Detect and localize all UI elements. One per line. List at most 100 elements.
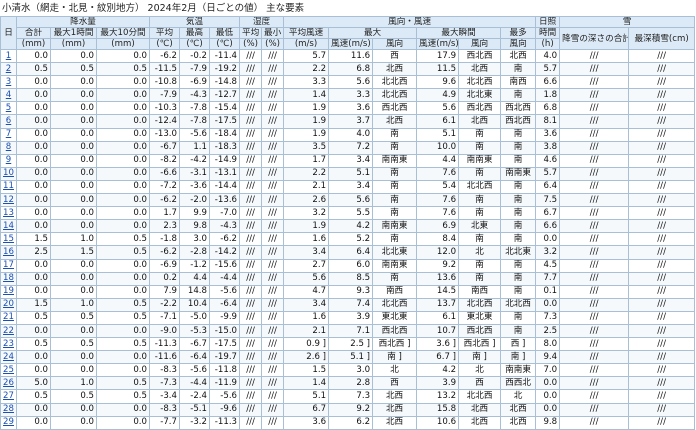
table-cell: /// [239, 101, 263, 116]
day-link[interactable]: 21 [3, 312, 14, 322]
table-cell: 南 [500, 153, 537, 168]
day-link[interactable]: 7 [6, 129, 11, 139]
table-cell: 0.5 [50, 389, 97, 404]
day-link[interactable]: 16 [3, 247, 14, 257]
table-cell: 5.2 [328, 232, 374, 247]
day-link[interactable]: 20 [3, 299, 14, 309]
day-link[interactable]: 14 [3, 221, 14, 231]
day-link[interactable]: 28 [3, 404, 14, 414]
table-cell: /// [239, 48, 263, 64]
table-cell: /// [559, 153, 630, 168]
table-cell: 0.0 [96, 140, 150, 155]
day-link[interactable]: 3 [6, 77, 11, 87]
day-link[interactable]: 12 [3, 195, 14, 205]
day-link[interactable]: 22 [3, 326, 14, 336]
table-cell: /// [628, 389, 696, 404]
table-cell: 0.0 [96, 363, 150, 378]
table-cell: 6.2 [328, 415, 374, 430]
table-cell: 0.0 [96, 206, 150, 221]
unit-celsius: (℃) [208, 38, 241, 50]
table-cell: 0.0 [16, 206, 51, 221]
table-cell: 9.8 [535, 415, 561, 430]
table-cell: /// [261, 193, 285, 208]
table-cell: 0.0 [50, 219, 97, 234]
day-link[interactable]: 1 [6, 51, 11, 61]
day-link[interactable]: 25 [3, 365, 14, 375]
day-link[interactable]: 6 [6, 116, 11, 126]
day-link[interactable]: 2 [6, 64, 11, 74]
table-cell: /// [559, 114, 630, 129]
table-row: 27 0.5 0.5 0.5 -3.4 -2.4 -5.6//////5.1 7.3 北西 13.… [0, 389, 696, 404]
table-cell: 南南東 [500, 166, 537, 181]
table-cell: 0.0 [16, 271, 51, 286]
day-link[interactable]: 24 [3, 352, 14, 362]
table-cell: 南西 [500, 75, 537, 90]
table-cell: 0.0 [16, 166, 51, 181]
table-cell: 7.3 [535, 310, 561, 325]
table-cell: 西北西 ] [372, 337, 418, 352]
table-cell: -8.2 [149, 153, 180, 168]
table-row: 21 0.5 0.5 0.5 -7.1 -5.0 -9.9//////1.6 3.9 東北東 6.… [0, 310, 696, 325]
unit-hours: (h) [535, 38, 561, 50]
table-cell: 0.0 [96, 402, 150, 417]
day-link[interactable]: 18 [3, 273, 14, 283]
day-link[interactable]: 27 [3, 391, 14, 401]
day-link[interactable]: 15 [3, 234, 14, 244]
table-cell: /// [559, 376, 630, 391]
table-cell: 0.0 [535, 389, 561, 404]
day-link[interactable]: 5 [6, 103, 11, 113]
table-cell: /// [628, 114, 696, 129]
day-cell: 29 [0, 415, 17, 430]
table-row: 2 0.5 0.5 0.5 -11.5 -7.9 -19.2//////2.2 6.8 北西 11… [0, 62, 696, 77]
table-cell: /// [628, 323, 696, 339]
table-cell: -10.8 [149, 75, 180, 90]
day-cell: 26 [0, 376, 17, 391]
day-link[interactable]: 19 [3, 286, 14, 296]
table-cell: 北西 [500, 48, 537, 64]
table-cell: 9.6 [416, 75, 460, 90]
table-cell: 南 [500, 140, 537, 155]
header-row-1: 日 降水量 気温 湿度 風向・風速 日照 雪 [0, 16, 696, 50]
table-cell: /// [559, 75, 630, 90]
day-link[interactable]: 29 [3, 417, 14, 427]
day-link[interactable]: 8 [6, 142, 11, 152]
table-cell: 3.4 [328, 153, 374, 168]
table-cell: 5.7 [283, 48, 330, 64]
table-cell: 6.1 [416, 114, 460, 129]
day-link[interactable]: 23 [3, 339, 14, 349]
table-cell: /// [239, 271, 263, 286]
table-cell: 0.1 [535, 284, 561, 299]
table-cell: 0.0 [535, 402, 561, 417]
table-cell: 西北西 [372, 101, 418, 116]
table-cell: 南 [372, 271, 418, 286]
table-cell: 7.6 [416, 206, 460, 221]
table-cell: 南 [458, 166, 502, 181]
table-cell: 南 [372, 193, 418, 208]
table-cell: 南 [500, 127, 537, 142]
day-link[interactable]: 10 [3, 168, 14, 178]
table-cell: 3.2 [535, 245, 561, 260]
table-row: 4 0.0 0.0 0.0 -7.9 -4.3 -12.7//////1.4 3.3 北北西 4.… [0, 88, 696, 103]
table-cell: 0.0 [50, 48, 97, 64]
day-link[interactable]: 4 [6, 90, 11, 100]
table-cell: -13.6 [208, 193, 241, 208]
day-link[interactable]: 11 [3, 181, 14, 191]
table-cell: 0.0 [535, 232, 561, 247]
table-row: 19 0.0 0.0 0.0 7.9 14.8 -5.6//////4.7 9.3 南西 14.5… [0, 284, 696, 299]
day-cell: 15 [0, 232, 17, 247]
day-link[interactable]: 26 [3, 378, 14, 388]
table-cell: -15.0 [208, 323, 241, 339]
table-cell: /// [261, 258, 285, 273]
day-link[interactable]: 9 [6, 155, 11, 165]
day-link[interactable]: 17 [3, 260, 14, 270]
day-link[interactable]: 13 [3, 208, 14, 218]
table-cell: /// [261, 350, 285, 365]
table-cell: /// [559, 166, 630, 181]
table-cell: 西 ] [500, 337, 537, 352]
table-cell: -0.2 [179, 48, 210, 64]
table-cell: /// [559, 219, 630, 234]
table-row: 13 0.0 0.0 0.0 1.7 9.9 -7.0//////3.2 5.5 南 7.6 南南 6… [0, 206, 696, 221]
table-row: 7 0.0 0.0 0.0 -13.0 -5.6 -18.4//////1.9 4.0 南 5.1… [0, 127, 696, 142]
day-cell: 7 [0, 127, 17, 142]
table-cell: 西西北 [500, 376, 537, 391]
